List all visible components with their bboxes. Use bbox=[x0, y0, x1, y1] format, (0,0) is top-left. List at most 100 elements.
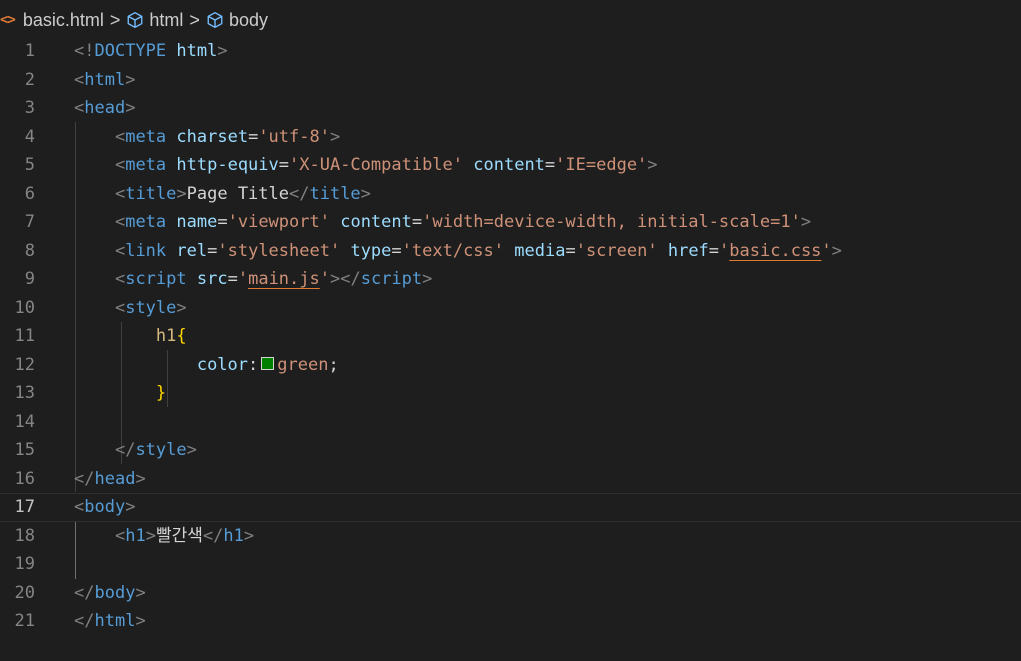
code-punctuation: < bbox=[114, 155, 126, 175]
code-punctuation: > bbox=[176, 183, 187, 204]
code-punctuation: > bbox=[360, 183, 371, 204]
breadcrumb: <> basic.html > html > body bbox=[0, 0, 1021, 40]
code-content: <link rel='stylesheet' type='text/css' m… bbox=[74, 237, 842, 266]
code-content: <meta name='viewport' content='width=dev… bbox=[74, 208, 811, 237]
code-content: <script src='main.js'></script> bbox=[74, 265, 432, 294]
code-text: = bbox=[207, 240, 218, 261]
breadcrumb-item-body[interactable]: body bbox=[206, 0, 268, 40]
code-content: h1{ bbox=[74, 322, 187, 351]
code-line[interactable]: 20 </body> bbox=[0, 579, 1021, 608]
html-file-icon: <> bbox=[0, 12, 16, 28]
code-line[interactable]: 1 <!DOCTYPE html> bbox=[0, 37, 1021, 66]
color-swatch[interactable] bbox=[261, 356, 275, 370]
code-line[interactable]: 14 bbox=[0, 408, 1021, 437]
code-punctuation: > bbox=[217, 41, 228, 61]
code-line[interactable]: 19 bbox=[0, 550, 1021, 579]
line-number: 4 bbox=[24, 126, 35, 147]
code-line[interactable]: 16 </head> bbox=[0, 465, 1021, 494]
code-line[interactable]: 17 <body> bbox=[0, 493, 1021, 522]
code-punctuation: < bbox=[114, 212, 126, 232]
code-string: 'stylesheet' bbox=[217, 240, 341, 261]
code-string: 'viewport' bbox=[227, 212, 330, 232]
code-string: ' bbox=[821, 240, 832, 261]
breadcrumb-file-label: basic.html bbox=[22, 9, 104, 30]
code-punctuation: < bbox=[114, 297, 126, 318]
code-punctuation: < bbox=[74, 497, 85, 517]
code-line[interactable]: 9 <script src='main.js'></script> bbox=[0, 265, 1021, 294]
code-punctuation: </ bbox=[74, 582, 95, 603]
code-tag-name: title bbox=[309, 183, 361, 204]
line-number: 18 bbox=[14, 525, 35, 546]
line-number: 14 bbox=[14, 411, 35, 432]
code-punctuation: > bbox=[135, 582, 146, 603]
code-tag-name: script bbox=[125, 269, 187, 289]
code-line[interactable]: 13 } bbox=[0, 379, 1021, 408]
code-string: 'width=device-width, initial-scale=1' bbox=[422, 212, 801, 232]
line-number: 6 bbox=[24, 183, 35, 204]
code-punctuation: > bbox=[422, 269, 433, 289]
code-text: = bbox=[391, 240, 402, 261]
code-attribute: media bbox=[514, 240, 566, 261]
code-line[interactable]: 11 h1{ bbox=[0, 322, 1021, 351]
code-tag-name: head bbox=[84, 98, 126, 118]
code-editor[interactable]: 1 <!DOCTYPE html> 2 <html> 3 <head> 4 <meta ch… bbox=[0, 37, 1021, 661]
breadcrumb-file[interactable]: <> basic.html bbox=[0, 0, 104, 40]
code-line[interactable]: 2 <html> bbox=[0, 66, 1021, 95]
code-brace: } bbox=[155, 383, 167, 403]
code-link[interactable]: basic.css bbox=[729, 241, 821, 261]
code-line[interactable]: 18 <h1>빨간색</h1> bbox=[0, 522, 1021, 551]
code-tag-name: meta bbox=[125, 126, 167, 147]
code-link[interactable]: main.js bbox=[248, 269, 320, 289]
code-punctuation: < bbox=[114, 240, 126, 261]
code-text: = bbox=[708, 240, 720, 261]
code-attribute: http-equiv bbox=[176, 155, 279, 175]
code-attribute: type bbox=[350, 240, 392, 261]
line-number: 11 bbox=[14, 326, 35, 346]
code-line[interactable]: 8 <link rel='stylesheet' type='text/css'… bbox=[0, 237, 1021, 266]
code-punctuation: > bbox=[176, 297, 187, 318]
code-string: 'IE=edge' bbox=[555, 155, 648, 175]
code-tag-name: style bbox=[125, 297, 177, 318]
code-tag-name: script bbox=[360, 269, 423, 289]
code-tag-name: meta bbox=[125, 155, 167, 175]
breadcrumb-item-label: html bbox=[149, 9, 184, 30]
code-line[interactable]: 7 <meta name='viewport' content='width=d… bbox=[0, 208, 1021, 237]
code-punctuation: < bbox=[74, 69, 85, 90]
breadcrumb-separator: > bbox=[109, 9, 121, 30]
code-line[interactable]: 4 <meta charset='utf-8'> bbox=[0, 123, 1021, 152]
code-content: </head> bbox=[74, 465, 146, 494]
breadcrumb-item-label: body bbox=[228, 9, 268, 30]
code-line[interactable]: 6 <title>Page Title</title> bbox=[0, 180, 1021, 209]
code-punctuation: > bbox=[186, 440, 197, 460]
code-text: 빨간색 bbox=[155, 525, 203, 546]
line-number: 16 bbox=[14, 468, 35, 489]
code-punctuation: > bbox=[125, 98, 136, 118]
code-line[interactable]: 15 </style> bbox=[0, 436, 1021, 465]
code-line[interactable]: 12 color: green; bbox=[0, 351, 1021, 380]
line-number: 3 bbox=[24, 98, 35, 118]
code-punctuation: </ bbox=[74, 468, 95, 489]
code-punctuation: > bbox=[135, 468, 146, 489]
code-punctuation: </ bbox=[114, 440, 136, 460]
code-text: = bbox=[544, 155, 556, 175]
code-content: <meta http-equiv='X-UA-Compatible' conte… bbox=[74, 151, 658, 180]
line-number: 19 bbox=[14, 554, 35, 574]
code-line[interactable]: 21 </html> bbox=[0, 607, 1021, 636]
code-line[interactable]: 3 <head> bbox=[0, 94, 1021, 123]
line-number: 15 bbox=[14, 440, 35, 460]
code-tag-name: html bbox=[94, 611, 136, 631]
code-punctuation: </ bbox=[74, 611, 95, 631]
cube-outline-icon bbox=[126, 11, 144, 29]
code-line[interactable]: 5 <meta http-equiv='X-UA-Compatible' con… bbox=[0, 151, 1021, 180]
code-line[interactable]: 10 <style> bbox=[0, 294, 1021, 323]
breadcrumb-item-html[interactable]: html bbox=[126, 0, 183, 40]
code-punctuation: < bbox=[114, 525, 126, 546]
